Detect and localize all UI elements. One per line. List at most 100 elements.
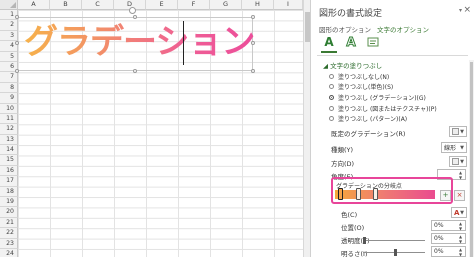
radio-solid-fill[interactable]: 塗りつぶし(単色)(S) xyxy=(329,82,437,93)
active-category-indicator xyxy=(321,51,337,53)
direction-label: 方向(D) xyxy=(331,160,355,168)
row-header[interactable]: 11 xyxy=(0,113,18,125)
row-header[interactable]: 3 xyxy=(0,30,18,42)
resize-handle[interactable] xyxy=(15,41,19,45)
row-header[interactable]: 20 xyxy=(0,207,18,218)
text-cursor xyxy=(183,21,184,65)
resize-handle[interactable] xyxy=(251,69,255,73)
row-header[interactable]: 19 xyxy=(0,197,18,208)
transparency-input[interactable]: 0% xyxy=(431,233,457,244)
type-label: 種類(Y) xyxy=(331,146,354,154)
radio-gradient-fill[interactable]: 塗りつぶし (グラデーション)(G) xyxy=(329,92,437,103)
transparency-value: 0% xyxy=(434,235,444,242)
add-stop-icon[interactable]: + xyxy=(440,190,451,201)
column-header[interactable]: F xyxy=(178,0,210,10)
row-header[interactable]: 21 xyxy=(0,217,18,229)
pane-title: 図形の書式設定 xyxy=(319,9,383,19)
type-value: 線形 xyxy=(444,145,457,152)
row-header[interactable]: 10 xyxy=(0,103,18,114)
row-header[interactable]: 8 xyxy=(0,82,18,94)
transparency-spinner[interactable]: ▲ ▼ xyxy=(456,233,466,244)
radio-label: 塗りつぶし (グラデーション)(G) xyxy=(338,94,426,102)
type-dropdown[interactable]: 線形 ▼ xyxy=(441,142,467,153)
brightness-spinner[interactable]: ▲ ▼ xyxy=(456,246,466,257)
resize-handle[interactable] xyxy=(133,15,137,19)
section-text-fill[interactable]: ◢ 文字の塗りつぶし xyxy=(323,60,382,70)
column-header[interactable]: I xyxy=(274,0,303,10)
radio-dot[interactable] xyxy=(329,105,334,111)
direction-dropdown[interactable]: ▼ xyxy=(449,156,467,167)
chevron-down-icon: ▼ xyxy=(460,144,464,151)
gradient-swatch-icon xyxy=(452,128,459,135)
scrollbar-thumb[interactable] xyxy=(470,62,473,257)
remove-stop-icon[interactable]: × xyxy=(454,190,465,201)
rotate-handle-icon[interactable] xyxy=(129,7,136,14)
text-effects-icon[interactable]: A xyxy=(345,35,357,49)
brightness-input[interactable]: 0% xyxy=(431,246,457,257)
radio-dot[interactable] xyxy=(329,84,334,90)
row-header[interactable]: 23 xyxy=(0,238,18,249)
text-fill-outline-icon[interactable]: A xyxy=(323,35,335,49)
row-header[interactable]: 5 xyxy=(0,51,18,62)
position-value: 0% xyxy=(434,222,444,229)
radio-dot[interactable] xyxy=(329,116,334,122)
row-header[interactable]: 12 xyxy=(0,124,18,135)
radio-label: 塗りつぶし(単色)(S) xyxy=(338,84,394,92)
pane-scrollbar[interactable] xyxy=(469,60,474,257)
transparency-slider[interactable] xyxy=(363,240,425,241)
resize-handle[interactable] xyxy=(133,69,137,73)
select-all-corner[interactable] xyxy=(0,0,18,10)
spreadsheet: A B C D E F G H I 1 2 3 4 5 6 7 8 9 10 1… xyxy=(0,0,310,257)
chevron-down-icon: ▼ xyxy=(460,128,464,135)
row-header[interactable]: 22 xyxy=(0,228,18,239)
row-header[interactable]: 18 xyxy=(0,186,18,198)
radio-label: 塗りつぶし (パターン)(A) xyxy=(338,116,408,124)
textbox-icon[interactable] xyxy=(367,35,379,49)
preset-gradient-dropdown[interactable]: ▼ xyxy=(449,126,467,137)
tab-text-options[interactable]: 文字のオプション xyxy=(377,24,429,34)
position-input[interactable]: 0% xyxy=(431,220,457,231)
radio-dot[interactable] xyxy=(329,94,334,100)
vertical-scrollbar[interactable] xyxy=(303,0,310,257)
color-dropdown[interactable]: A ▼ xyxy=(451,207,467,218)
resize-handle[interactable] xyxy=(15,15,19,19)
radio-pattern-fill[interactable]: 塗りつぶし (パターン)(A) xyxy=(329,113,437,124)
row-header[interactable]: 9 xyxy=(0,93,18,104)
column-headers: A B C D E F G H I xyxy=(18,0,303,10)
pane-options-icon[interactable]: ▾ xyxy=(459,7,462,14)
column-header[interactable]: A xyxy=(18,0,50,10)
row-header[interactable]: 2 xyxy=(0,20,18,31)
column-header[interactable]: G xyxy=(210,0,242,10)
row-header[interactable]: 24 xyxy=(0,248,18,257)
row-header[interactable]: 16 xyxy=(0,165,18,177)
row-header[interactable]: 13 xyxy=(0,134,18,146)
position-label: 位置(O) xyxy=(341,224,365,232)
angle-spinner[interactable]: ▲ ▼ xyxy=(456,169,466,180)
column-header[interactable]: B xyxy=(50,0,82,10)
row-header[interactable]: 7 xyxy=(0,72,18,83)
column-header[interactable]: H xyxy=(242,0,274,10)
row-header[interactable]: 14 xyxy=(0,145,18,156)
radio-dot[interactable] xyxy=(329,73,334,79)
gradient-stops-highlight xyxy=(331,177,453,204)
resize-handle[interactable] xyxy=(251,15,255,19)
resize-handle[interactable] xyxy=(15,69,19,73)
wordart-text[interactable]: グラデーション xyxy=(24,20,255,64)
chevron-down-icon: ▼ xyxy=(460,158,464,165)
brightness-slider-knob[interactable] xyxy=(394,249,397,256)
transparency-slider-knob[interactable] xyxy=(363,237,366,244)
close-icon[interactable]: × xyxy=(463,5,471,15)
column-header[interactable]: C xyxy=(82,0,114,10)
row-headers: 1 2 3 4 5 6 7 8 9 10 11 12 13 14 15 16 1… xyxy=(0,10,18,257)
tab-shape-options[interactable]: 図形のオプション xyxy=(319,24,371,34)
column-header[interactable]: E xyxy=(146,0,178,10)
row-header[interactable]: 17 xyxy=(0,176,18,187)
brightness-value: 0% xyxy=(434,248,444,255)
category-icons: A A xyxy=(323,35,379,49)
radio-no-fill[interactable]: 塗りつぶしなし(N) xyxy=(329,71,437,82)
row-header[interactable]: 15 xyxy=(0,155,18,166)
radio-picture-fill[interactable]: 塗りつぶし (図またはテクスチャ)(P) xyxy=(329,103,437,114)
chevron-down-icon: ▼ xyxy=(460,209,464,216)
position-spinner[interactable]: ▲ ▼ xyxy=(456,220,466,231)
radio-label: 塗りつぶしなし(N) xyxy=(338,73,390,81)
